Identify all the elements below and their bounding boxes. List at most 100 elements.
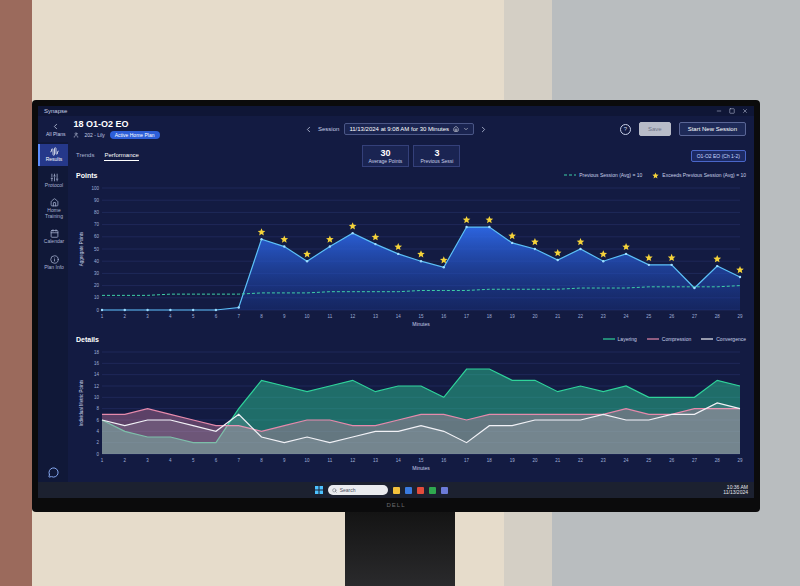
y-tick: 50 [94, 247, 740, 252]
app-icon[interactable] [393, 487, 400, 494]
app-icon[interactable] [405, 487, 412, 494]
data-point[interactable] [670, 264, 672, 266]
star-icon [463, 216, 471, 223]
data-point[interactable] [169, 309, 171, 311]
svg-text:20: 20 [94, 283, 100, 288]
y-axis-label: Aggregate Points [79, 231, 84, 266]
stats: 30Average Points3Previous Sessi [362, 145, 461, 167]
data-point[interactable] [101, 309, 103, 311]
screen: SynapseAll Plans18 O1-O2 EO202 - LilyAct… [38, 106, 754, 498]
x-tick: 6 [215, 314, 218, 319]
stat-card: 3Previous Sessi [413, 145, 460, 167]
data-point[interactable] [739, 276, 741, 278]
search-icon [332, 488, 337, 493]
x-tick: 16 [441, 314, 447, 319]
app-icon[interactable] [417, 487, 424, 494]
svg-text:18: 18 [94, 350, 100, 355]
data-point[interactable] [716, 265, 718, 267]
minimize-icon[interactable] [716, 108, 722, 114]
svg-text:30: 30 [94, 271, 100, 276]
star-icon [280, 236, 288, 243]
next-session-icon[interactable] [479, 125, 488, 134]
svg-text:12: 12 [94, 384, 100, 389]
data-point[interactable] [260, 238, 262, 240]
channel-badge[interactable]: O1-O2 EO (Ch 1-2) [691, 150, 746, 162]
data-point[interactable] [602, 260, 604, 262]
data-point[interactable] [146, 309, 148, 311]
user-name: 202 - Lily [84, 132, 104, 138]
data-point[interactable] [465, 226, 467, 228]
y-tick: 90 [94, 198, 740, 203]
data-point[interactable] [443, 266, 445, 268]
session-picker: Session11/13/2024 at 9:08 AM for 30 Minu… [304, 123, 488, 135]
data-point[interactable] [192, 309, 194, 311]
data-point[interactable] [648, 264, 650, 266]
save-button: Save [639, 122, 671, 136]
sidebar-item[interactable]: Protocol [38, 170, 68, 192]
x-tick: 5 [192, 314, 195, 319]
data-point[interactable] [238, 306, 240, 308]
x-tick: 10 [305, 314, 311, 319]
data-point[interactable] [306, 260, 308, 262]
session-dropdown[interactable]: 11/13/2024 at 9:08 AM for 30 Minutes [344, 123, 474, 135]
sidebar-spacer [38, 277, 68, 463]
data-point[interactable] [351, 232, 353, 234]
app-icon[interactable] [429, 487, 436, 494]
windows-start-icon[interactable] [315, 486, 323, 494]
data-point[interactable] [693, 287, 695, 289]
data-point[interactable] [534, 248, 536, 250]
x-tick: 11 [328, 314, 333, 319]
x-tick: 21 [555, 314, 561, 319]
star-icon [394, 243, 402, 250]
data-point[interactable] [557, 259, 559, 261]
maximize-icon[interactable] [729, 108, 735, 114]
x-tick: 26 [669, 458, 675, 463]
x-tick: 8 [260, 458, 263, 463]
star-icon [554, 249, 562, 256]
legend-item: Previous Session (Avg) = 10 [564, 172, 642, 178]
svg-text:50: 50 [94, 247, 100, 252]
data-point[interactable] [215, 309, 217, 311]
svg-text:6: 6 [96, 418, 99, 423]
data-point[interactable] [420, 260, 422, 262]
data-point[interactable] [625, 253, 627, 255]
x-tick: 28 [715, 314, 721, 319]
y-tick: 60 [94, 234, 740, 239]
sidebar-item[interactable]: Results [38, 144, 68, 166]
x-tick: 23 [601, 458, 607, 463]
app-icon[interactable] [441, 487, 448, 494]
sidebar-item[interactable]: Calendar [38, 226, 68, 248]
star-icon [372, 233, 380, 240]
points-area [102, 227, 740, 310]
data-point[interactable] [579, 248, 581, 250]
sidebar-item-icon [50, 147, 59, 156]
tab[interactable]: Performance [104, 152, 138, 161]
sidebar-item[interactable]: Home Training [38, 195, 68, 222]
chat-button[interactable] [38, 467, 68, 482]
x-tick: 18 [487, 314, 493, 319]
data-point[interactable] [329, 245, 331, 247]
y-tick: 100 [91, 186, 740, 191]
legend-label: Convergence [716, 336, 746, 342]
data-point[interactable] [124, 309, 126, 311]
taskbar-search[interactable]: Search [328, 485, 388, 495]
data-point[interactable] [488, 226, 490, 228]
x-tick: 20 [532, 458, 538, 463]
x-tick: 7 [237, 314, 240, 319]
previous-session-icon[interactable] [304, 125, 313, 134]
tab[interactable]: Trends [76, 152, 94, 161]
plan-title: 18 O1-O2 EO [73, 119, 159, 129]
data-point[interactable] [397, 253, 399, 255]
close-icon[interactable] [742, 108, 748, 114]
sidebar-item[interactable]: Plan Info [38, 252, 68, 274]
x-tick: 23 [601, 314, 607, 319]
data-point[interactable] [511, 242, 513, 244]
stat-label: Previous Sessi [420, 158, 453, 164]
window-title: Synapse [44, 108, 67, 114]
back-button[interactable]: All Plans [46, 122, 65, 137]
data-point[interactable] [283, 245, 285, 247]
legend-item: Compression [647, 336, 691, 342]
start-session-button[interactable]: Start New Session [679, 122, 746, 136]
data-point[interactable] [374, 243, 376, 245]
help-button[interactable]: ? [620, 124, 631, 135]
